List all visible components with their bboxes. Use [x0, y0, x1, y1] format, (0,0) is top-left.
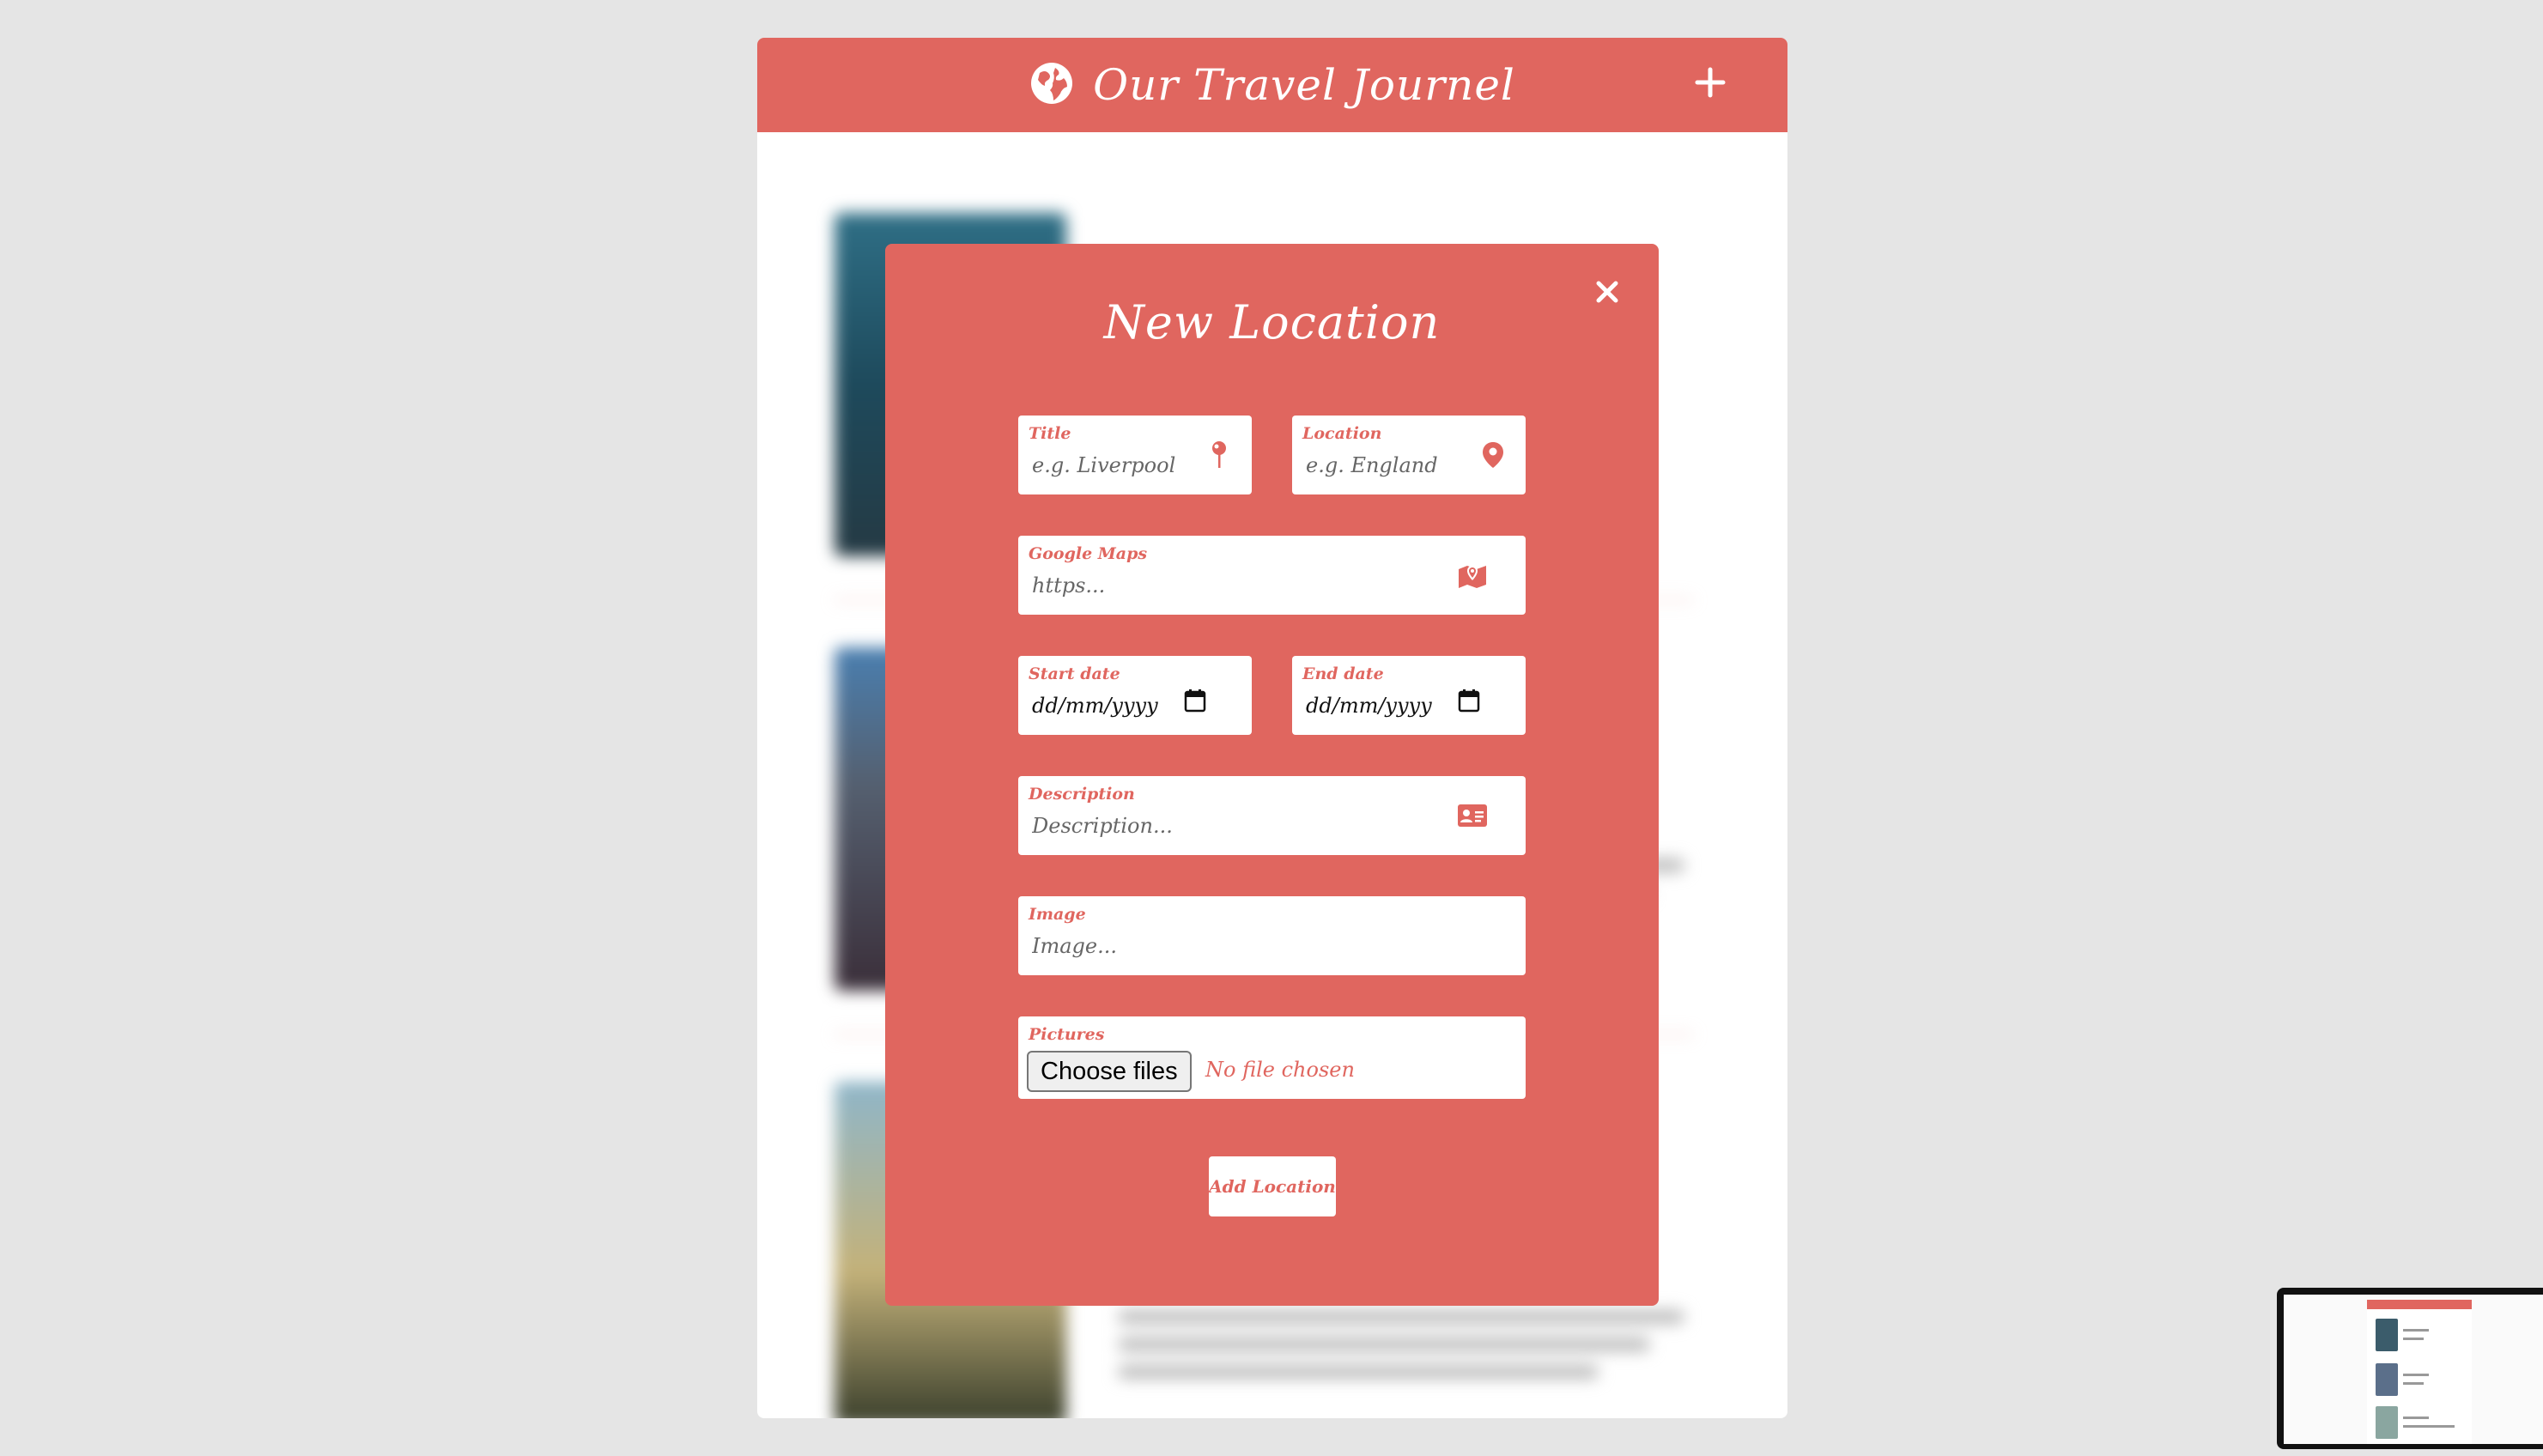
choose-files-button[interactable]: Choose files: [1027, 1051, 1192, 1092]
pictures-label: Pictures: [1029, 1025, 1105, 1044]
pin-icon: [1200, 436, 1238, 474]
title-input[interactable]: [1032, 453, 1204, 477]
image-input[interactable]: [1032, 934, 1496, 958]
image-field: Image: [1018, 896, 1526, 975]
start-date-field: Start date dd/mm/yyyy: [1018, 656, 1252, 735]
description-label: Description: [1029, 785, 1135, 804]
map-marker-icon: [1474, 436, 1512, 474]
image-label: Image: [1029, 905, 1086, 924]
map-icon: [1454, 556, 1491, 594]
modal-title: New Location: [1103, 295, 1441, 349]
description-field: Description: [1018, 776, 1526, 855]
pictures-field: Pictures Choose files No file chosen: [1018, 1016, 1526, 1099]
new-location-modal: New Location Title Location Google Maps: [885, 244, 1659, 1306]
end-date-field: End date dd/mm/yyyy: [1292, 656, 1526, 735]
description-input[interactable]: [1032, 814, 1444, 838]
google-maps-label: Google Maps: [1029, 544, 1148, 563]
close-icon: [1594, 279, 1620, 308]
location-label: Location: [1302, 424, 1382, 443]
end-date-label: End date: [1302, 664, 1384, 683]
location-field: Location: [1292, 416, 1526, 494]
file-status: No file chosen: [1205, 1058, 1355, 1082]
end-date-input[interactable]: dd/mm/yyyy: [1306, 694, 1432, 718]
google-maps-field: Google Maps: [1018, 536, 1526, 615]
screen-preview-thumbnail[interactable]: [2277, 1288, 2543, 1449]
id-card-icon: [1454, 797, 1491, 834]
start-date-input[interactable]: dd/mm/yyyy: [1032, 694, 1158, 718]
calendar-icon[interactable]: [1176, 682, 1214, 719]
location-input[interactable]: [1306, 453, 1478, 477]
close-modal-button[interactable]: [1581, 268, 1633, 319]
title-field: Title: [1018, 416, 1252, 494]
modal-overlay: New Location Title Location Google Maps: [0, 0, 2543, 1456]
start-date-label: Start date: [1029, 664, 1120, 683]
add-location-submit-button[interactable]: Add Location: [1209, 1156, 1336, 1216]
title-label: Title: [1029, 424, 1071, 443]
calendar-icon[interactable]: [1450, 682, 1488, 719]
google-maps-input[interactable]: [1032, 573, 1444, 598]
